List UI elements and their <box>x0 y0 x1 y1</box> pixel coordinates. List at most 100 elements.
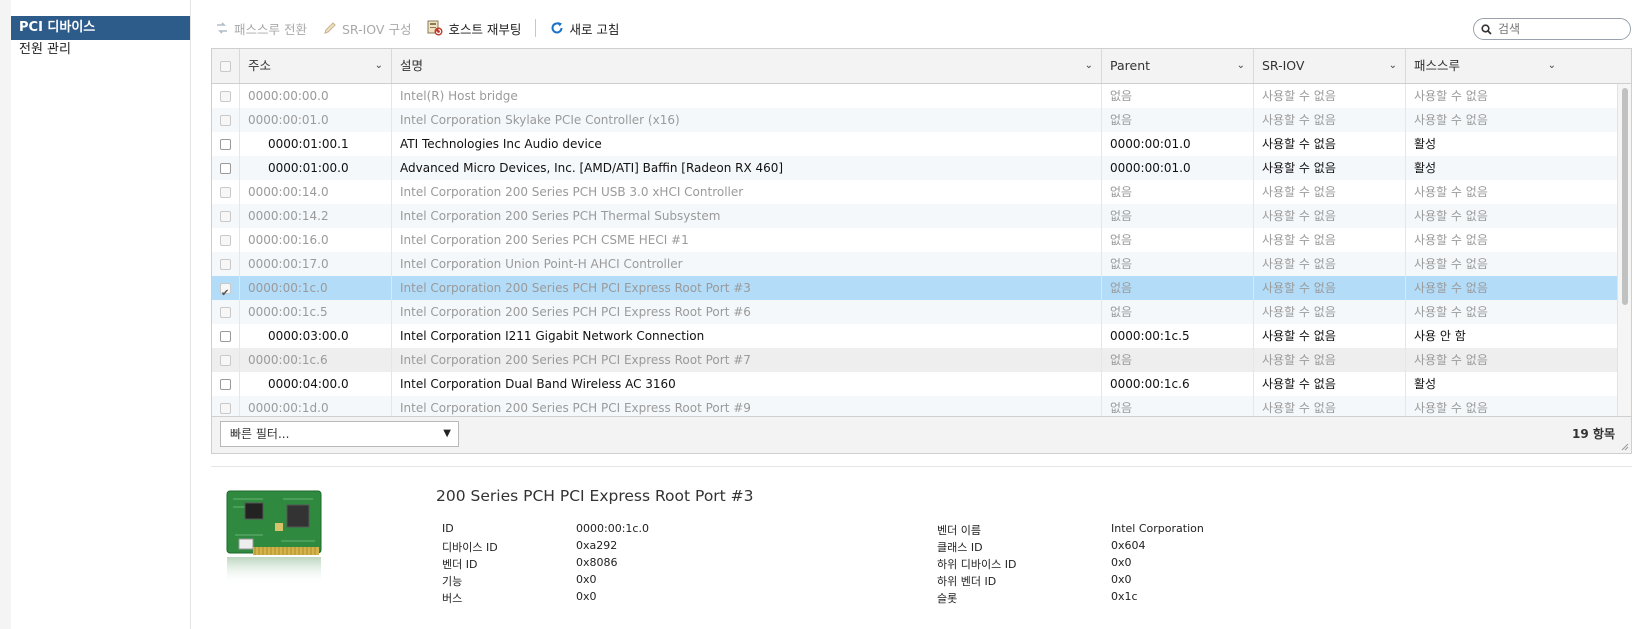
column-header-parent[interactable]: Parent ⌄ <box>1102 49 1254 83</box>
detail-label-device-id: 디바이스 ID <box>442 541 498 554</box>
table-row[interactable]: 0000:00:1c.6 Intel Corporation 200 Series… <box>212 348 1617 373</box>
cell-passthrough: 사용할 수 없음 <box>1414 257 1488 271</box>
row-checkbox[interactable] <box>220 379 231 390</box>
row-checkbox[interactable] <box>220 115 231 126</box>
detail-label-bus: 버스 <box>442 592 463 605</box>
cell-sriov: 사용할 수 없음 <box>1254 300 1406 325</box>
pencil-icon <box>324 22 336 34</box>
pci-card-icon <box>226 490 322 585</box>
chevron-down-icon[interactable]: ⌄ <box>375 49 383 83</box>
table-row[interactable]: 0000:03:00.0 Intel Corporation I211 Gigab… <box>212 324 1617 349</box>
table-row[interactable]: 0000:00:17.0 Intel Corporation Union Poin… <box>212 252 1617 277</box>
nav-item-power-management[interactable]: 전원 관리 <box>11 38 190 62</box>
row-checkbox-cell <box>212 252 240 277</box>
cell-passthrough: 사용할 수 없음 <box>1414 233 1488 247</box>
row-checkbox[interactable] <box>220 259 231 270</box>
row-checkbox[interactable] <box>220 281 231 301</box>
cell-description: Intel Corporation I211 Gigabit Network C… <box>392 324 1102 349</box>
scrollbar-thumb[interactable] <box>1622 88 1628 305</box>
grid-footer: 빠른 필터... ▼ 19 항목 <box>212 416 1631 453</box>
row-checkbox[interactable] <box>220 307 231 318</box>
detail-label-function: 기능 <box>442 575 463 588</box>
cell-passthrough: 사용할 수 없음 <box>1414 89 1488 103</box>
detail-value-subvendor-id: 0x0 <box>1111 573 1132 586</box>
cell-sriov: 사용할 수 없음 <box>1254 372 1406 397</box>
chevron-down-icon[interactable]: ⌄ <box>1085 49 1093 83</box>
cell-parent: 없음 <box>1102 180 1254 205</box>
row-checkbox[interactable] <box>220 163 231 174</box>
cell-sriov: 사용할 수 없음 <box>1254 132 1406 157</box>
table-row[interactable]: 0000:01:00.1 ATI Technologies Inc Audio d… <box>212 132 1617 157</box>
cell-passthrough: 사용할 수 없음 <box>1414 305 1488 319</box>
grid-vertical-scrollbar[interactable] <box>1617 84 1631 416</box>
cell-address: 0000:04:00.0 <box>240 372 392 397</box>
table-row[interactable]: 0000:00:14.0 Intel Corporation 200 Series… <box>212 180 1617 205</box>
refresh-button[interactable]: 새로 고침 <box>550 19 619 38</box>
table-row[interactable]: 0000:00:1c.0Intel Corporation 200 Series… <box>212 276 1617 301</box>
cell-address: 0000:00:14.2 <box>240 204 392 229</box>
table-row[interactable]: 0000:00:14.2 Intel Corporation 200 Series… <box>212 204 1617 229</box>
detail-label-vendor-id: 벤더 ID <box>442 558 478 571</box>
cell-address: 0000:00:16.0 <box>240 228 392 253</box>
cell-sriov: 사용할 수 없음 <box>1254 204 1406 229</box>
row-checkbox[interactable] <box>220 91 231 102</box>
table-row[interactable]: 0000:00:1d.0 Intel Corporation 200 Series… <box>212 396 1617 416</box>
cell-address: 0000:01:00.0 <box>240 156 392 181</box>
row-checkbox-cell <box>212 324 240 349</box>
cell-address: 0000:00:14.0 <box>240 180 392 205</box>
row-checkbox-cell <box>212 132 240 157</box>
detail-title: 200 Series PCH PCI Express Root Port #3 <box>436 487 754 505</box>
column-header-address[interactable]: 주소 ⌄ <box>240 49 392 83</box>
detail-label-subvendor-id: 하위 벤더 ID <box>937 575 997 588</box>
select-all-checkbox[interactable] <box>220 61 231 72</box>
row-checkbox[interactable] <box>220 331 231 342</box>
nav-item-pci-devices[interactable]: PCI 디바이스 <box>11 16 190 40</box>
table-row[interactable]: 0000:00:16.0 Intel Corporation 200 Series… <box>212 228 1617 253</box>
cell-sriov: 사용할 수 없음 <box>1254 324 1406 349</box>
column-header-sriov[interactable]: SR-IOV ⌄ <box>1254 49 1406 83</box>
chevron-down-icon[interactable]: ⌄ <box>1237 49 1245 83</box>
row-checkbox[interactable] <box>220 235 231 246</box>
row-checkbox[interactable] <box>220 139 231 150</box>
cell-parent: 0000:00:01.0 <box>1102 132 1254 157</box>
row-checkbox-cell <box>212 228 240 253</box>
cell-address: 0000:00:1c.5 <box>240 300 392 325</box>
column-header-description[interactable]: 설명 ⌄ <box>392 49 1102 83</box>
column-header-passthrough[interactable]: 패스스루 ⌄ <box>1406 49 1564 83</box>
chevron-down-icon[interactable]: ⌄ <box>1548 49 1556 83</box>
table-row[interactable]: 0000:00:01.0 Intel Corporation Skylake PC… <box>212 108 1617 133</box>
row-checkbox[interactable] <box>220 187 231 198</box>
cell-sriov: 사용할 수 없음 <box>1254 156 1406 181</box>
cell-description: Intel Corporation 200 Series PCH CSME HE… <box>392 228 1102 253</box>
detail-value-bus: 0x0 <box>576 590 597 603</box>
cell-passthrough: 활성 <box>1414 137 1437 151</box>
toolbar: 패스스루 전환 SR-IOV 구성 호스트 재부팅 새로 고침 <box>215 16 635 40</box>
cell-description: Advanced Micro Devices, Inc. [AMD/ATI] B… <box>392 156 1102 181</box>
resize-handle-icon[interactable] <box>1621 443 1629 451</box>
cell-passthrough: 사용 안 함 <box>1414 329 1466 343</box>
table-row[interactable]: 0000:04:00.0 Intel Corporation Dual Band … <box>212 372 1617 397</box>
table-row[interactable]: 0000:00:1c.5 Intel Corporation 200 Series… <box>212 300 1617 325</box>
configure-sriov-button[interactable]: SR-IOV 구성 <box>323 19 411 38</box>
toggle-passthrough-label: 패스스루 전환 <box>234 21 307 37</box>
search-input[interactable] <box>1496 21 1620 37</box>
reboot-host-button[interactable]: 호스트 재부팅 <box>427 19 521 38</box>
cell-description: Intel Corporation Skylake PCIe Controlle… <box>392 108 1102 133</box>
table-row[interactable]: 0000:00:00.0 Intel(R) Host bridge 없음 사용할 수 … <box>212 84 1617 109</box>
row-checkbox[interactable] <box>220 211 231 222</box>
cell-sriov: 사용할 수 없음 <box>1254 396 1406 416</box>
toggle-passthrough-button[interactable]: 패스스루 전환 <box>215 19 307 38</box>
search-box[interactable] <box>1473 18 1631 40</box>
detail-value-id: 0000:00:1c.0 <box>576 522 649 535</box>
left-navigator: PCI 디바이스 전원 관리 <box>0 0 191 629</box>
detail-value-vendor-id: 0x8086 <box>576 556 618 569</box>
cell-description: Intel Corporation 200 Series PCH PCI Exp… <box>392 300 1102 325</box>
row-checkbox[interactable] <box>220 403 231 414</box>
row-checkbox-cell <box>212 276 240 301</box>
table-row[interactable]: 0000:01:00.0 Advanced Micro Devices, Inc.… <box>212 156 1617 181</box>
quick-filter-dropdown[interactable]: 빠른 필터... ▼ <box>220 421 459 447</box>
chevron-down-icon[interactable]: ⌄ <box>1389 49 1397 83</box>
row-checkbox[interactable] <box>220 355 231 366</box>
cell-sriov: 사용할 수 없음 <box>1254 228 1406 253</box>
cell-description: Intel(R) Host bridge <box>392 84 1102 109</box>
